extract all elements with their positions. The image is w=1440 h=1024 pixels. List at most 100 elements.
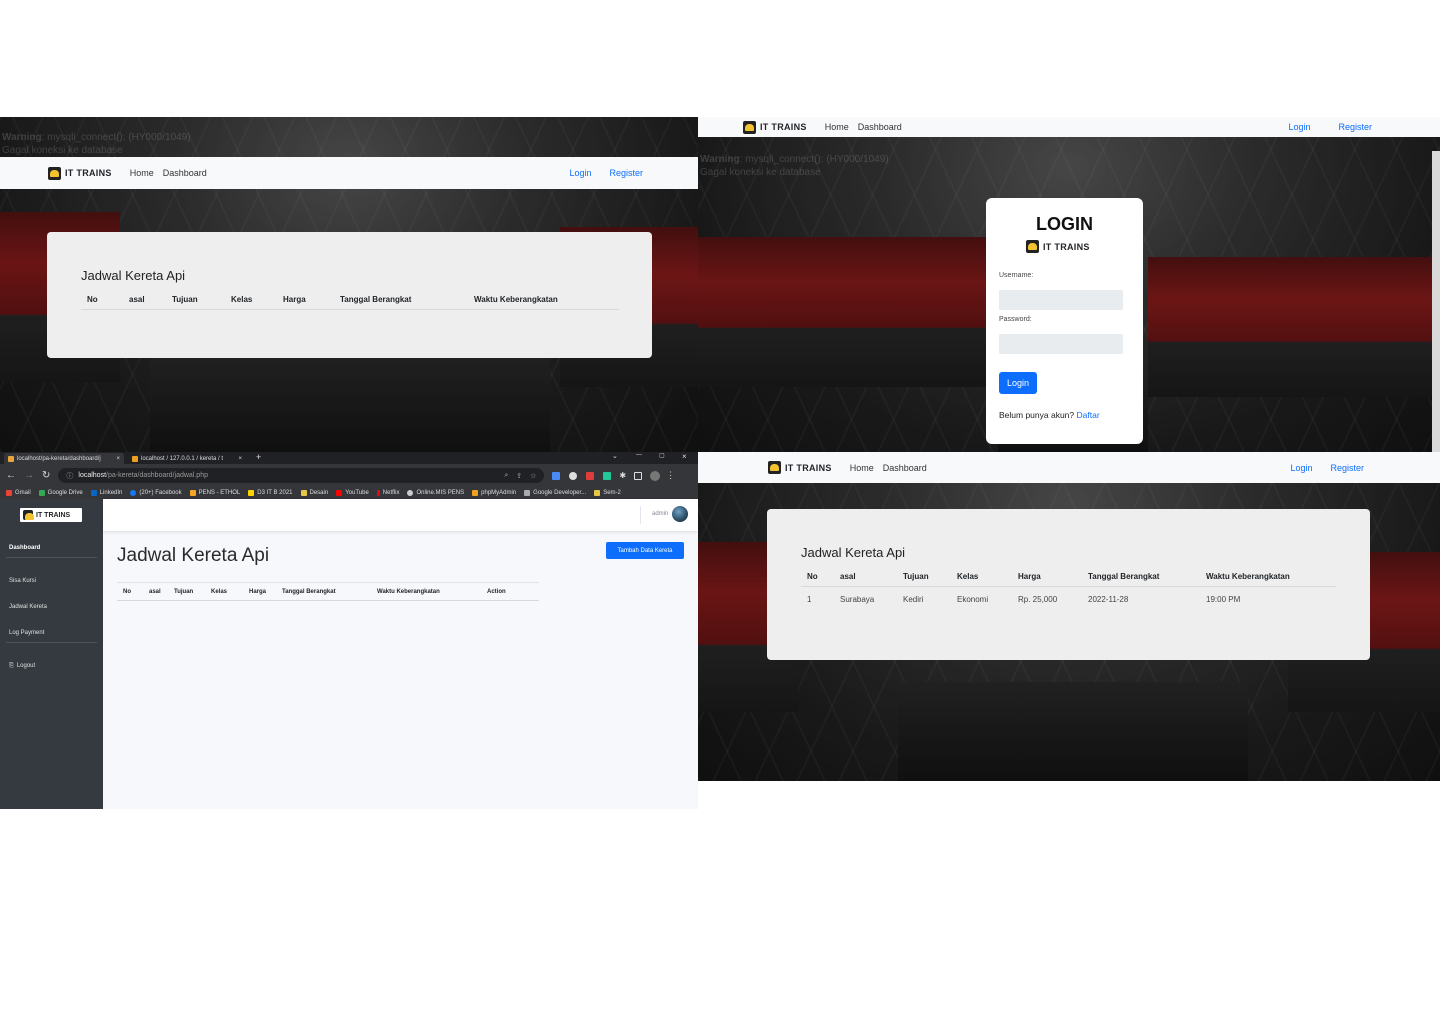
cell-asal: Surabaya (840, 595, 875, 604)
nav-dashboard-link[interactable]: Dashboard (163, 168, 207, 178)
sidebar-item-dashboard[interactable]: Dashboard (9, 545, 40, 551)
extension-icon[interactable] (552, 471, 561, 480)
side-panel-icon[interactable] (634, 471, 643, 480)
nav-login-link[interactable]: Login (1290, 463, 1312, 473)
browser-tab-phpmyadmin[interactable]: localhost / 127.0.0.1 / kereta / t × (128, 453, 246, 464)
navbar: IT TRAINS Home Dashboard Login Register (0, 157, 698, 189)
col-tanggal: Tanggal Berangkat (1082, 572, 1200, 587)
admin-username[interactable]: admin (652, 511, 668, 517)
nav-register-link[interactable]: Register (1330, 463, 1364, 473)
youtube-icon (336, 490, 343, 496)
reload-icon[interactable]: ↻ (42, 470, 50, 481)
brand-logo[interactable]: IT TRAINS (768, 461, 832, 474)
nav-register-link[interactable]: Register (609, 168, 643, 178)
train-logo-icon (768, 461, 781, 474)
browser-tab-dashboard[interactable]: localhost/pa-kereta/dashboard/j × (4, 453, 124, 464)
sidebar-item-logout[interactable]: ⎘ Logout (9, 663, 35, 670)
login-brand: IT TRAINS (1026, 240, 1090, 253)
sidebar-brand[interactable]: IT TRAINS (20, 508, 82, 522)
nav-dashboard-link[interactable]: Dashboard (883, 463, 927, 473)
cell-waktu: 19:00 PM (1206, 595, 1241, 604)
schedule-table: No asal Tujuan Kelas Harga Tanggal Beran… (81, 295, 619, 310)
add-train-button[interactable]: Tambah Data Kereta (606, 542, 684, 559)
table-header-row: No asal Tujuan Kelas Harga Tanggal Beran… (801, 572, 1336, 587)
close-window-icon[interactable]: × (682, 452, 687, 461)
new-tab-icon[interactable]: + (256, 452, 261, 462)
bookmark-d3-it[interactable]: D3 IT B 2021 (248, 490, 293, 496)
sidebar-item-sisa-kursi[interactable]: Sisa Kursi (9, 578, 36, 584)
login-card: LOGIN IT TRAINS Username: Password: Logi… (986, 198, 1143, 444)
forward-icon[interactable]: → (24, 470, 34, 481)
bookmark-online-mis[interactable]: Online.MIS PENS (407, 490, 464, 496)
phpmyadmin-icon (472, 490, 479, 496)
zoom-icon[interactable]: ⌕ (504, 472, 508, 480)
col-kelas: Kelas (225, 295, 277, 310)
nav-home-link[interactable]: Home (825, 122, 849, 132)
drive-icon (38, 490, 45, 496)
cell-kelas: Ekonomi (957, 595, 989, 604)
brand-logo[interactable]: IT TRAINS (743, 120, 807, 134)
bookmark-facebook[interactable]: (20+) Facebook (130, 490, 182, 496)
profile-avatar[interactable] (650, 470, 661, 481)
extension-icon[interactable] (586, 471, 595, 480)
bookmark-pens-ethol[interactable]: PENS - ETHOL (189, 490, 240, 496)
tab-search-icon[interactable]: ⌄ (612, 452, 618, 460)
cell-tanggal: 2022-11-28 (1088, 595, 1129, 604)
bookmark-google-drive[interactable]: Google Drive (38, 490, 83, 496)
nav-home-link[interactable]: Home (130, 168, 154, 178)
col-tujuan: Tujuan (897, 572, 951, 587)
col-waktu: Waktu Keberangkatan (468, 295, 619, 310)
extension-icon[interactable] (569, 471, 578, 480)
address-bar[interactable]: ⓘ localhost/pa-kereta/dashboard/jadwal.p… (58, 468, 545, 483)
login-button[interactable]: Login (999, 372, 1037, 394)
panel-admin-browser: localhost/pa-kereta/dashboard/j × localh… (0, 452, 698, 809)
menu-kebab-icon[interactable]: ⋮ (666, 470, 675, 481)
maximize-icon[interactable]: ▢ (659, 452, 665, 459)
brand-logo[interactable]: IT TRAINS (48, 166, 112, 180)
col-harga: Harga (243, 582, 276, 601)
schedule-table: No asal Tujuan Kelas Harga Tanggal Beran… (801, 572, 1336, 604)
bookmark-linkedin[interactable]: LinkedIn (90, 490, 122, 496)
cell-harga: Rp. 25,000 (1018, 595, 1058, 604)
admin-avatar[interactable] (672, 506, 688, 522)
nav-home-link[interactable]: Home (850, 463, 874, 473)
bookmark-desain[interactable]: Desain (300, 490, 328, 496)
back-icon[interactable]: ← (6, 470, 16, 481)
sidebar-divider (6, 642, 97, 643)
php-warning: Warning: mysqli_connect(): (HY000/1049) G… (700, 154, 889, 178)
nav-dashboard-link[interactable]: Dashboard (858, 122, 902, 132)
signup-link[interactable]: Daftar (1077, 410, 1100, 420)
site-info-icon[interactable]: ⓘ (66, 471, 73, 481)
extensions-puzzle-icon[interactable]: ✱ (619, 471, 626, 480)
col-no: No (81, 295, 123, 310)
bookmark-star-icon[interactable]: ☆ (530, 472, 536, 480)
nav-login-link[interactable]: Login (1288, 122, 1310, 132)
cell-no: 1 (807, 595, 812, 604)
close-tab-icon[interactable]: × (238, 456, 242, 462)
navbar: IT TRAINS Home Dashboard Login Register (698, 452, 1440, 483)
bookmark-youtube[interactable]: YouTube (336, 490, 369, 496)
globe-icon (407, 490, 414, 496)
sidebar-item-log-payment[interactable]: Log Payment (9, 630, 44, 636)
bookmark-phpmyadmin[interactable]: phpMyAdmin (472, 490, 516, 496)
nav-register-link[interactable]: Register (1338, 122, 1372, 132)
train-logo-icon (743, 120, 756, 134)
scrollbar[interactable] (1432, 151, 1440, 452)
gmail-icon (6, 490, 12, 496)
nav-login-link[interactable]: Login (569, 168, 591, 178)
username-input[interactable] (999, 290, 1123, 310)
sidebar-item-jadwal-kereta[interactable]: Jadwal Kereta (9, 604, 47, 610)
schedule-title: Jadwal Kereta Api (801, 545, 906, 560)
share-icon[interactable]: ⇪ (516, 472, 522, 480)
col-asal: asal (123, 295, 166, 310)
bookmark-sem-2[interactable]: Sem-2 (594, 490, 621, 496)
close-tab-icon[interactable]: × (116, 456, 120, 462)
extension-icon[interactable] (603, 471, 612, 480)
bookmark-google-developer[interactable]: Google Developer... (524, 490, 586, 496)
logout-icon: ⎘ (9, 663, 14, 669)
bookmark-gmail[interactable]: Gmail (6, 490, 31, 496)
bookmark-netflix[interactable]: Netflix (376, 490, 399, 496)
minimize-icon[interactable]: — (636, 452, 642, 458)
password-input[interactable] (999, 334, 1123, 354)
admin-topbar: admin (103, 499, 698, 531)
